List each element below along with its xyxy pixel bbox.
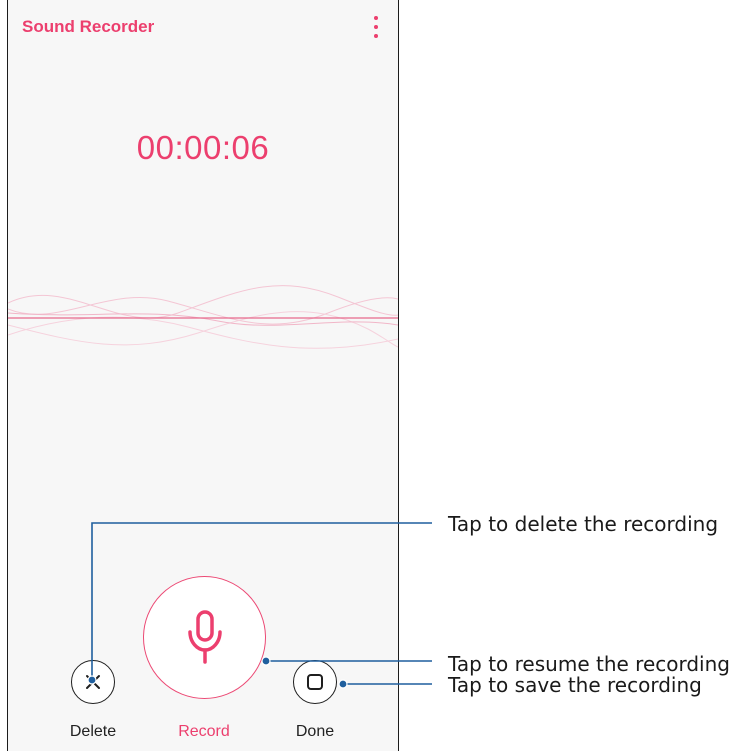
callout-save-text: Tap to save the recording <box>448 673 702 697</box>
callout-lines <box>87 522 432 689</box>
callout-delete-text: Tap to delete the recording <box>448 512 719 536</box>
